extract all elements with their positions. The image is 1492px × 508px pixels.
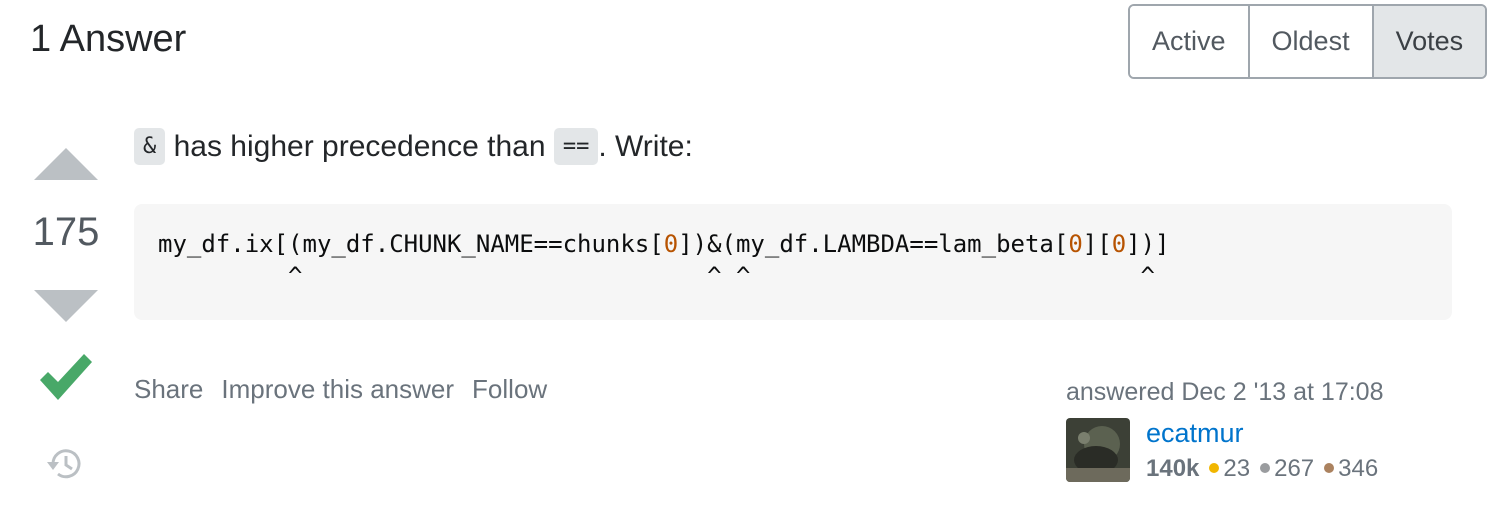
reputation-line: 140k 23 267 346	[1146, 455, 1378, 483]
user-card: answered Dec 2 '13 at 17:08 ecatmur 140k…	[1066, 378, 1466, 482]
post-menu: Share Improve this answer Follow	[134, 374, 547, 405]
avatar[interactable]	[1066, 418, 1130, 482]
accepted-check-icon	[40, 354, 92, 400]
sort-tabs: Active Oldest Votes	[1128, 4, 1488, 79]
code-token: my_df.ix[(my_df.CHUNK_NAME==chunks[	[158, 230, 664, 258]
code-token: ][	[1082, 230, 1112, 258]
sort-votes-button[interactable]: Votes	[1373, 6, 1486, 77]
sort-oldest-button[interactable]: Oldest	[1249, 6, 1374, 77]
bronze-badge-count: 346	[1338, 455, 1379, 482]
code-number-token: 0	[663, 230, 679, 258]
bronze-badge-icon	[1324, 462, 1335, 473]
history-icon[interactable]	[46, 446, 84, 482]
gold-badge-count: 23	[1223, 455, 1251, 482]
gold-badge-icon	[1209, 462, 1220, 473]
answers-title: 1 Answer	[30, 18, 187, 60]
inline-code-and: &	[134, 127, 166, 165]
answer-text-part1: has higher precedence than	[165, 130, 554, 163]
sort-active-button[interactable]: Active	[1130, 6, 1250, 77]
follow-link[interactable]: Follow	[472, 374, 547, 405]
code-block: my_df.ix[(my_df.CHUNK_NAME==chunks[0])&(…	[134, 204, 1452, 320]
silver-badge-icon	[1260, 462, 1271, 473]
share-link[interactable]: Share	[134, 374, 203, 405]
vote-up-icon[interactable]	[34, 148, 98, 182]
answer-text: & has higher precedence than ==. Write:	[134, 127, 693, 165]
reputation-score: 140k	[1146, 455, 1200, 482]
inline-code-eq: ==	[553, 127, 599, 165]
vote-down-icon[interactable]	[34, 290, 98, 324]
code-line-2: ^ ^ ^ ^	[158, 262, 1155, 290]
code-token: ])]	[1126, 230, 1170, 258]
answered-time: answered Dec 2 '13 at 17:08	[1066, 378, 1384, 406]
code-number-token: 0	[1111, 230, 1127, 258]
answer-text-part2: . Write:	[598, 130, 693, 163]
vote-count: 175	[32, 210, 100, 254]
code-number-token: 0	[1068, 230, 1083, 258]
code-line-1: my_df.ix[(my_df.CHUNK_NAME==chunks[0])&(…	[158, 228, 1428, 260]
silver-badge-count: 267	[1274, 455, 1315, 482]
improve-answer-link[interactable]: Improve this answer	[221, 374, 454, 405]
user-name-link[interactable]: ecatmur	[1146, 418, 1378, 449]
user-details: ecatmur 140k 23 267 346	[1146, 418, 1378, 483]
code-token: ])&(my_df.LAMBDA==lam_beta[	[678, 230, 1069, 258]
